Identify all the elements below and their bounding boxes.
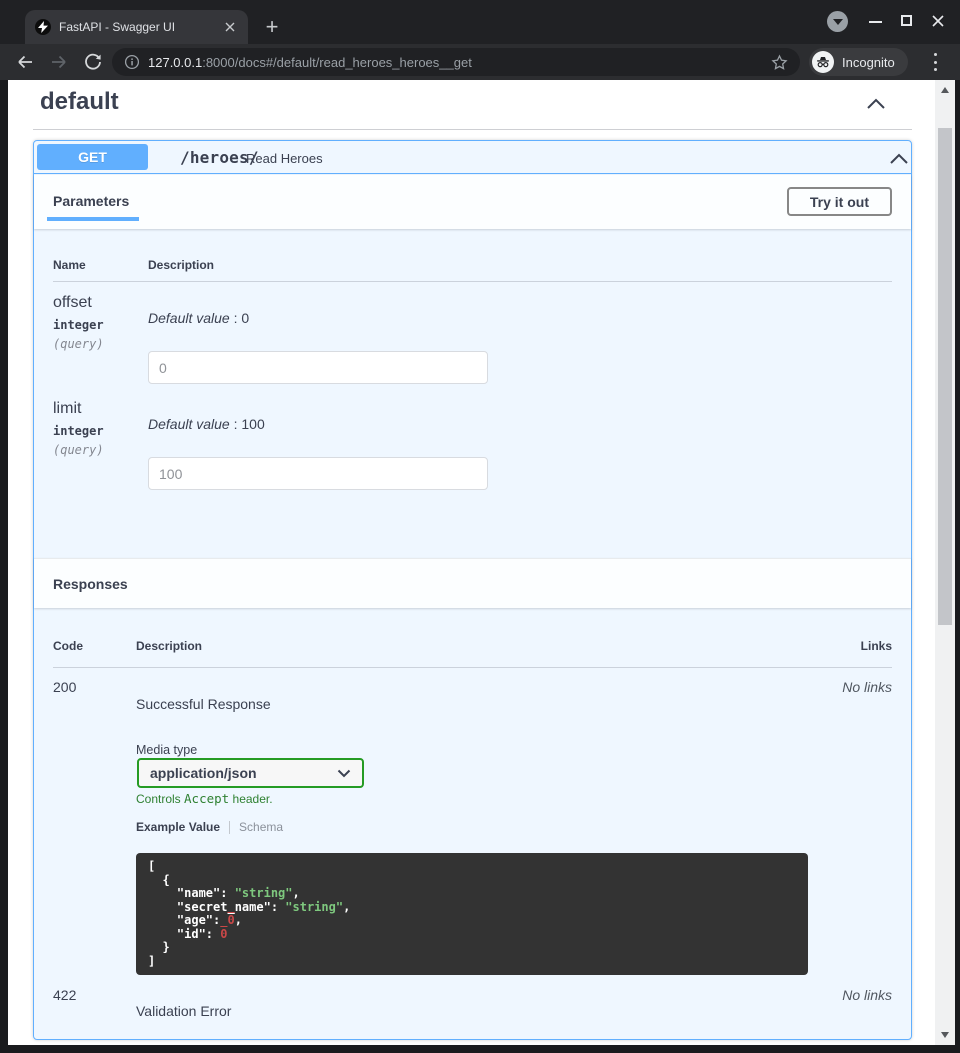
http-method-badge: GET bbox=[37, 144, 148, 170]
param-default-value: : 0 bbox=[230, 310, 249, 326]
operation-collapse-chevron-up-icon[interactable] bbox=[889, 152, 909, 164]
swagger-page: default GET /heroes/ Read Heroes Paramet… bbox=[8, 80, 935, 1045]
response-description-200: Successful Response bbox=[136, 696, 271, 712]
param-name: limit bbox=[53, 400, 81, 418]
resp-col-description: Description bbox=[136, 639, 202, 653]
operation-summary[interactable]: GET /heroes/ Read Heroes bbox=[34, 141, 911, 174]
incognito-icon bbox=[812, 51, 834, 73]
tab-close-icon[interactable] bbox=[222, 19, 238, 35]
example-json-code-block: [ { "name": "string", "secret_name": "st… bbox=[136, 853, 808, 975]
window-menu-button[interactable] bbox=[827, 11, 848, 32]
param-name: offset bbox=[53, 294, 92, 312]
response-code-200: 200 bbox=[53, 679, 76, 695]
scrollbar-up-arrow-icon[interactable] bbox=[941, 87, 949, 93]
resp-header-divider bbox=[53, 667, 892, 668]
site-info-icon[interactable] bbox=[124, 54, 140, 70]
tab-title: FastAPI - Swagger UI bbox=[59, 20, 214, 34]
param-offset-input[interactable] bbox=[148, 351, 488, 384]
tab-parameters: Parameters bbox=[53, 193, 129, 209]
param-default-label: Default value bbox=[148, 416, 230, 432]
param-default-label: Default value bbox=[148, 310, 230, 326]
response-links-200: No links bbox=[842, 679, 892, 695]
window-close-button[interactable] bbox=[931, 14, 945, 28]
browser-menu-button[interactable] bbox=[931, 53, 939, 71]
responses-header-band: Responses bbox=[34, 558, 911, 608]
parameters-header-band: Parameters Try it out bbox=[34, 175, 911, 229]
window-minimize-button[interactable] bbox=[869, 21, 882, 23]
param-default-text: Default value : 100 bbox=[148, 416, 265, 432]
resp-col-links: Links bbox=[861, 639, 892, 653]
example-schema-tabs: Example Value Schema bbox=[136, 820, 283, 834]
page-scrollbar[interactable] bbox=[935, 80, 955, 1045]
try-it-out-button[interactable]: Try it out bbox=[787, 187, 892, 216]
address-bar[interactable]: 127.0.0.1:8000/docs#/default/read_heroes… bbox=[112, 48, 800, 76]
media-type-label: Media type bbox=[136, 743, 197, 757]
operation-block-get-heroes: GET /heroes/ Read Heroes Parameters Try … bbox=[33, 140, 912, 1040]
controls-suffix: header. bbox=[229, 792, 272, 806]
incognito-label: Incognito bbox=[842, 55, 895, 70]
controls-accept-note: Controls Accept header. bbox=[136, 791, 273, 806]
media-type-select[interactable]: application/json bbox=[137, 758, 364, 788]
resp-col-code: Code bbox=[53, 639, 83, 653]
controls-prefix: Controls bbox=[136, 792, 184, 806]
reload-button[interactable] bbox=[83, 52, 103, 72]
param-type: integer bbox=[53, 424, 104, 438]
operation-summary-text: Read Heroes bbox=[246, 151, 323, 166]
bookmark-star-icon[interactable] bbox=[771, 54, 788, 71]
window-maximize-button[interactable] bbox=[901, 15, 912, 26]
tab-schema[interactable]: Schema bbox=[239, 820, 283, 834]
media-type-value: application/json bbox=[150, 765, 257, 781]
back-button[interactable] bbox=[15, 52, 35, 72]
url-text[interactable]: 127.0.0.1:8000/docs#/default/read_heroes… bbox=[148, 55, 763, 70]
param-col-description: Description bbox=[148, 258, 214, 272]
param-default-value: : 100 bbox=[230, 416, 265, 432]
active-tab-underline bbox=[47, 217, 139, 221]
tab-example-value[interactable]: Example Value bbox=[136, 820, 220, 834]
fastapi-favicon-icon bbox=[35, 19, 51, 35]
forward-button[interactable] bbox=[49, 52, 69, 72]
param-limit-input[interactable] bbox=[148, 457, 488, 490]
incognito-badge: Incognito bbox=[809, 48, 908, 76]
browser-tab-bar: FastAPI - Swagger UI + bbox=[0, 0, 960, 44]
param-location: (query) bbox=[53, 337, 104, 351]
new-tab-button[interactable]: + bbox=[258, 13, 286, 41]
param-type: integer bbox=[53, 318, 104, 332]
response-links-422: No links bbox=[842, 987, 892, 1003]
response-code-422: 422 bbox=[53, 987, 76, 1003]
chevron-down-icon bbox=[337, 769, 351, 778]
controls-accept-code: Accept bbox=[184, 791, 229, 806]
param-header-divider bbox=[53, 281, 892, 282]
url-path: :8000/docs#/default/read_heroes_heroes__… bbox=[202, 55, 472, 70]
section-divider bbox=[33, 129, 912, 130]
response-description-422: Validation Error bbox=[136, 1003, 231, 1019]
browser-tab[interactable]: FastAPI - Swagger UI bbox=[25, 10, 248, 44]
param-location: (query) bbox=[53, 443, 104, 457]
caret-down-icon bbox=[833, 19, 843, 25]
browser-toolbar: 127.0.0.1:8000/docs#/default/read_heroes… bbox=[0, 44, 960, 80]
url-host: 127.0.0.1 bbox=[148, 55, 202, 70]
scrollbar-thumb[interactable] bbox=[938, 128, 952, 625]
scrollbar-down-arrow-icon[interactable] bbox=[941, 1032, 949, 1038]
api-section-title[interactable]: default bbox=[40, 88, 119, 116]
param-default-text: Default value : 0 bbox=[148, 310, 249, 326]
responses-title: Responses bbox=[53, 576, 128, 592]
param-col-name: Name bbox=[53, 258, 86, 272]
section-collapse-chevron-up-icon[interactable] bbox=[866, 97, 886, 109]
tab-separator bbox=[229, 821, 230, 834]
